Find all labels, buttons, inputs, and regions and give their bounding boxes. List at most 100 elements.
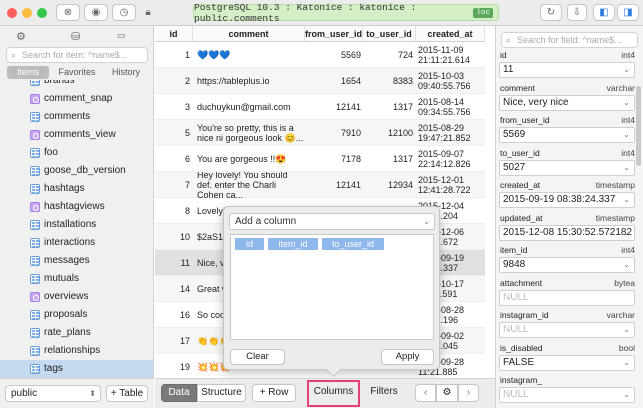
table-row[interactable]: 6 You are gorgeous !!😍 7178 1317 2015-09-07 … [155,146,485,172]
column-header-created-at[interactable]: created_at [416,26,485,42]
field-value-input[interactable]: 5569 ⌄ [499,127,635,143]
refresh-button[interactable]: ↻ [540,4,562,21]
chevron-down-icon[interactable]: ⌄ [623,226,630,240]
cell-from-user-id[interactable]: 5569 [305,42,363,68]
cell-id[interactable]: 8 [155,198,193,224]
chevron-down-icon[interactable]: ⌄ [623,128,630,142]
column-token[interactable]: to_user_id [322,238,384,250]
cell-id[interactable]: 1 [155,42,193,68]
table-row[interactable]: 2 https://tableplus.io 1654 8383 2015-10-03 … [155,68,485,94]
sidebar-item-comments-view[interactable]: comments_view [0,126,153,144]
schema-select[interactable]: public ⬍ [5,385,101,402]
clear-button[interactable]: Clear [230,349,285,365]
column-header-to-user-id[interactable]: to_user_id [363,26,416,42]
toggle-left-panel-button[interactable]: ◧ [593,4,615,21]
cell-id[interactable]: 3 [155,94,193,120]
cell-to-user-id[interactable]: 1317 [363,146,415,172]
minimize-window-button[interactable] [22,8,32,18]
chevron-down-icon[interactable]: ⌄ [623,323,630,337]
column-token-area[interactable]: id item_id to_user_id [230,234,434,340]
table-row[interactable]: 1 💙💙💙 5569 724 2015-11-09 21:11:21.614 [155,42,485,68]
cell-to-user-id[interactable]: 1317 [363,94,415,120]
sidebar-item-comment-snap[interactable]: comment_snap [0,90,153,108]
chevron-down-icon[interactable]: ⌄ [623,63,630,77]
cell-id[interactable]: 5 [155,120,193,146]
cell-from-user-id[interactable]: 12141 [305,94,363,120]
toggle-right-panel-button[interactable]: ◨ [617,4,639,21]
data-tab-button[interactable]: Data [161,384,197,402]
cell-id[interactable]: 10 [155,224,193,250]
cell-comment[interactable]: You are gorgeous !!😍 [195,146,305,172]
field-value-input[interactable]: NULL ⌄ [499,322,635,338]
sidebar-item-messages[interactable]: messages [0,252,153,270]
add-column-select[interactable]: Add a column ⌄ [229,213,435,230]
field-value-input[interactable]: Nice, very nice ⌄ [499,94,635,111]
cell-created-at[interactable]: 2015-11-09 21:11:21.614 [416,42,485,68]
preview-button[interactable]: ◉ [84,4,108,21]
add-row-button[interactable]: + Row [252,384,296,402]
chevron-down-icon[interactable]: ⌄ [623,161,630,175]
chevron-down-icon[interactable]: ⌄ [623,356,630,370]
filters-button[interactable]: Filters [363,384,405,402]
sidebar-item-foo[interactable]: foo [0,144,153,162]
cell-id[interactable]: 6 [155,146,193,172]
sidebar-item-hashtagviews[interactable]: hashtagviews [0,198,153,216]
cell-from-user-id[interactable]: 7910 [305,120,363,146]
structure-tab-button[interactable]: Structure [197,384,246,402]
sql-icon[interactable]: ▭ [117,30,126,41]
sidebar-item-installations[interactable]: installations [0,216,153,234]
chevron-down-icon[interactable]: ⌄ [623,258,630,272]
field-value-input[interactable]: 9848 ⌄ [499,257,635,273]
panel-scrollbar[interactable] [636,86,641,166]
cell-to-user-id[interactable]: 12100 [363,120,415,146]
cell-from-user-id[interactable]: 1654 [305,68,363,94]
field-value-input[interactable]: 2015-09-19 08:38:24.337 ⌄ [499,192,635,208]
pagination-settings-button[interactable]: ⚙ [436,384,458,402]
column-header-from-user-id[interactable]: from_user_id [305,26,363,42]
sidebar-item-goose-db-version[interactable]: goose_db_version [0,162,153,180]
table-row[interactable]: 7 Hey lovely! You should def. enter the C… [155,172,485,198]
table-row[interactable]: 3 duchuykun@gmail.com 12141 1317 2015-08-14 … [155,94,485,120]
lock-button[interactable]: 🔒︎ [141,4,155,21]
tab-history[interactable]: History [106,66,146,79]
column-token[interactable]: item_id [268,238,318,250]
cell-id[interactable]: 19 [155,354,193,378]
column-token[interactable]: id [235,238,264,250]
field-value-input[interactable]: FALSE ⌄ [499,354,635,371]
cell-to-user-id[interactable]: 8383 [363,68,415,94]
tab-items[interactable]: Items [7,66,49,79]
sidebar-item-tags[interactable]: tags [0,360,153,378]
column-header-id[interactable]: id [155,26,193,42]
cell-to-user-id[interactable]: 12934 [363,172,415,198]
chevron-down-icon[interactable]: ⌄ [623,96,630,110]
close-connection-button[interactable]: ⊗ [56,4,80,21]
cell-created-at[interactable]: 2015-08-14 09:34:55.756 [416,94,485,120]
field-value-input[interactable]: 11 ⌄ [499,62,635,78]
cell-created-at[interactable]: 2015-12-01 12:41:28.722 [416,172,485,198]
cell-created-at[interactable]: 2015-08-29 19:47:21.852 [416,120,485,146]
cell-from-user-id[interactable]: 12141 [305,172,363,198]
tab-favorites[interactable]: Favorites [53,66,101,79]
sidebar-item-brands[interactable]: brands [0,80,153,90]
sidebar-item-proposals[interactable]: proposals [0,306,153,324]
cell-created-at[interactable]: 2015-10-03 09:40:55.756 [416,68,485,94]
cell-comment[interactable]: duchuykun@gmail.com [195,94,305,120]
apply-button[interactable]: Apply [381,349,434,365]
chevron-down-icon[interactable]: ⌄ [623,193,630,207]
connection-bar[interactable]: PostgreSQL 10.3 : Katonice : katonice : … [193,2,499,24]
sidebar-item-mutuals[interactable]: mutuals [0,270,153,288]
cell-id[interactable]: 7 [155,172,193,198]
column-header-comment[interactable]: comment [193,26,305,42]
sidebar-item-hashtags[interactable]: hashtags [0,180,153,198]
cell-id[interactable]: 2 [155,68,193,94]
sidebar-item-comments[interactable]: comments [0,108,153,126]
sidebar-item-interactions[interactable]: interactions [0,234,153,252]
field-value-input[interactable]: NULL ⌄ [499,387,635,403]
field-value-input[interactable]: NULL [499,289,635,306]
database-icon[interactable]: ⛁ [71,30,80,43]
chevron-down-icon[interactable]: ⌄ [623,388,630,402]
settings-icon[interactable]: ⚙ [16,30,26,43]
cell-comment[interactable]: Hey lovely! You should def. enter the Ch… [195,172,305,198]
cell-from-user-id[interactable]: 7178 [305,146,363,172]
sidebar-item-overviews[interactable]: overviews [0,288,153,306]
